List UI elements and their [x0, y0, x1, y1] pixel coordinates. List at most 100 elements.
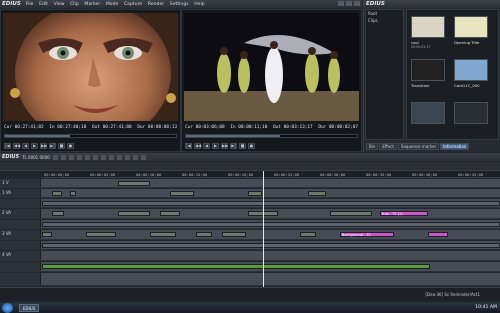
timeline-clip[interactable]	[330, 211, 372, 216]
maximize-button[interactable]	[346, 1, 352, 6]
record-scrub-bar[interactable]	[185, 134, 358, 138]
title-clip[interactable]: Background - T2	[340, 232, 394, 237]
music-clip[interactable]	[42, 264, 430, 269]
track-header[interactable]	[0, 262, 41, 271]
track-header[interactable]	[0, 199, 41, 207]
timeline-ruler[interactable]: 00:00:00;00 00:00:05;00 00:00:10;00 00:0…	[42, 171, 500, 178]
record-button[interactable]: ●	[67, 143, 74, 149]
stop-button[interactable]: ■	[239, 143, 246, 149]
menu-item-render[interactable]: Render	[148, 2, 164, 7]
menu-item-mode[interactable]: Mode	[106, 2, 119, 7]
timeline-clip[interactable]	[150, 232, 176, 237]
toolbar-marker-icon[interactable]	[140, 154, 146, 160]
track-header[interactable]: 4 VA	[0, 251, 41, 260]
play-button[interactable]: ▶	[31, 143, 38, 149]
toolbar-delete-icon[interactable]	[116, 154, 122, 160]
menu-item-view[interactable]: View	[54, 2, 65, 7]
menu-item-help[interactable]: Help	[194, 2, 204, 7]
audio-waveform[interactable]	[42, 222, 500, 227]
clip-thumbnail[interactable]: Transition	[409, 55, 449, 95]
fast-forward-button[interactable]: ▶▶	[40, 143, 47, 149]
track-1va[interactable]: 1 VA	[0, 189, 500, 198]
timeline-clip[interactable]	[52, 191, 62, 196]
toolbar-new-icon[interactable]	[52, 154, 58, 160]
timeline-clip[interactable]	[52, 211, 64, 216]
timeline-clip[interactable]	[70, 191, 76, 196]
track-2va[interactable]: 2 VA tras - T1 (1)	[0, 209, 500, 219]
step-back-button[interactable]: ◀	[22, 143, 29, 149]
clip-thumbnail[interactable]: Card11C_000	[452, 55, 492, 95]
clip-thumbnail[interactable]: Opening Title	[452, 12, 492, 52]
toolbar-ripple-icon[interactable]	[124, 154, 130, 160]
menu-item-marker[interactable]: Marker	[84, 2, 100, 7]
record-button[interactable]: ●	[248, 143, 255, 149]
title-clip[interactable]: tras - T1 (1)	[380, 211, 428, 216]
tree-item-clips[interactable]: Clips	[366, 17, 403, 24]
toolbar-undo-icon[interactable]	[76, 154, 82, 160]
timeline-clip[interactable]	[308, 191, 326, 196]
track-1v[interactable]: 1 V	[0, 179, 500, 188]
track-3va[interactable]: 3 VA Background - T2	[0, 230, 500, 240]
menu-item-file[interactable]: File	[26, 2, 34, 7]
minimize-button[interactable]	[338, 1, 344, 6]
go-start-button[interactable]: |◀	[185, 143, 192, 149]
menu-item-settings[interactable]: Settings	[170, 2, 189, 7]
fast-forward-button[interactable]: ▶▶	[221, 143, 228, 149]
track-header[interactable]: 1 VA	[0, 189, 41, 197]
timeline-clip[interactable]	[300, 232, 316, 237]
menu-item-capture[interactable]: Capture	[124, 2, 142, 7]
toolbar-save-icon[interactable]	[68, 154, 74, 160]
tab-information[interactable]: Information	[440, 143, 470, 150]
timeline-clip[interactable]	[248, 191, 262, 196]
track-1va-audio[interactable]	[0, 199, 500, 208]
menu-item-edit[interactable]: Edit	[39, 2, 48, 7]
track-audio-music[interactable]	[0, 262, 500, 272]
rewind-button[interactable]: ◀◀	[13, 143, 20, 149]
timeline-clip[interactable]	[222, 232, 246, 237]
go-end-button[interactable]: ▶|	[230, 143, 237, 149]
clip-thumbnail[interactable]	[409, 98, 449, 138]
track-4va[interactable]: 4 VA	[0, 251, 500, 261]
track-header[interactable]: 3 VA	[0, 230, 41, 239]
clip-thumbnail[interactable]: cool 00:00:01:17	[409, 12, 449, 52]
stop-button[interactable]: ■	[58, 143, 65, 149]
tab-bin[interactable]: Bin	[366, 143, 379, 150]
track-header[interactable]	[0, 273, 41, 285]
timeline-clip[interactable]	[86, 232, 116, 237]
track-header[interactable]: 1 V	[0, 179, 41, 187]
title-clip[interactable]	[428, 232, 448, 237]
go-end-button[interactable]: ▶|	[49, 143, 56, 149]
track-empty[interactable]	[0, 273, 500, 286]
go-start-button[interactable]: |◀	[4, 143, 11, 149]
taskbar-item-edius[interactable]: EDIUS	[19, 304, 40, 312]
timeline-cursor[interactable]	[263, 171, 264, 287]
audio-waveform[interactable]	[42, 243, 500, 248]
track-3va-audio[interactable]	[0, 241, 500, 250]
tree-item-root[interactable]: Root	[366, 10, 403, 17]
track-2va-audio[interactable]	[0, 220, 500, 229]
track-header[interactable]	[0, 241, 41, 249]
tab-effect[interactable]: Effect	[379, 143, 397, 150]
source-scrub-bar[interactable]	[4, 134, 177, 138]
track-header[interactable]: 2 VA	[0, 209, 41, 218]
toolbar-sync-icon[interactable]	[132, 154, 138, 160]
close-button[interactable]	[354, 1, 360, 6]
timeline-clip[interactable]	[118, 211, 150, 216]
rewind-button[interactable]: ◀◀	[194, 143, 201, 149]
clip-thumbnail[interactable]	[452, 98, 492, 138]
toolbar-copy-icon[interactable]	[100, 154, 106, 160]
track-header[interactable]	[0, 220, 41, 228]
toolbar-cut-icon[interactable]	[92, 154, 98, 160]
timeline-clip[interactable]	[160, 211, 180, 216]
play-button[interactable]: ▶	[212, 143, 219, 149]
timeline-clip[interactable]	[118, 181, 150, 186]
timeline-clip[interactable]	[170, 191, 194, 196]
start-button[interactable]	[2, 303, 13, 313]
toolbar-paste-icon[interactable]	[108, 154, 114, 160]
timeline-clip[interactable]	[42, 232, 52, 237]
toolbar-open-icon[interactable]	[60, 154, 66, 160]
tab-sequence-marker[interactable]: Sequence marker	[397, 143, 440, 150]
step-back-button[interactable]: ◀	[203, 143, 210, 149]
menu-item-clip[interactable]: Clip	[70, 2, 79, 7]
audio-waveform[interactable]	[42, 201, 500, 206]
